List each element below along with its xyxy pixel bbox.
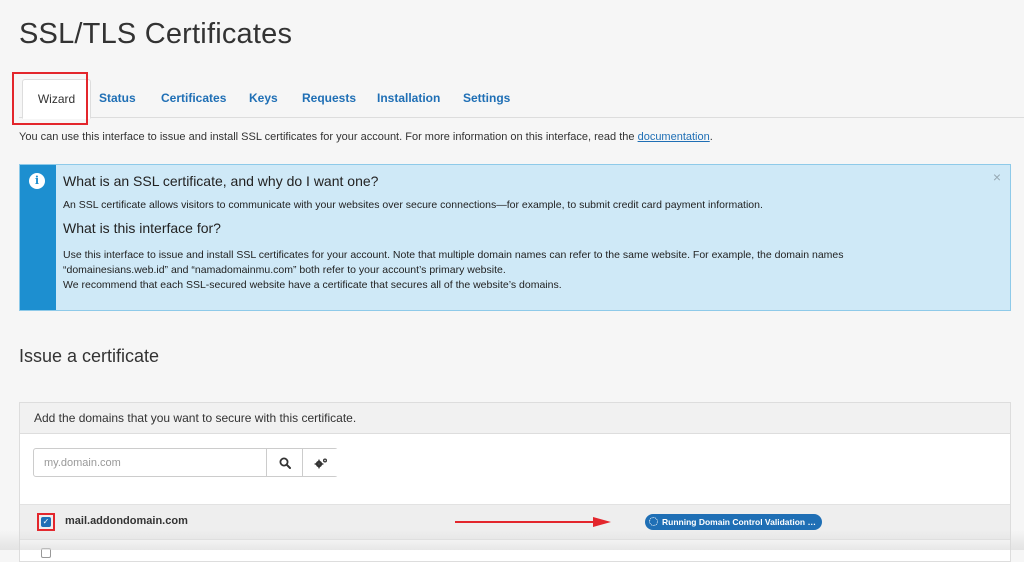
info-heading-interface: What is this interface for? (63, 220, 221, 236)
tab-wizard[interactable]: Wizard (22, 79, 91, 119)
tab-status[interactable]: Status (99, 79, 136, 117)
domains-panel: Add the domains that you want to secure … (19, 402, 1011, 562)
domain-row-next (20, 540, 1010, 560)
filter-settings-button[interactable] (302, 449, 338, 476)
documentation-link[interactable]: documentation (638, 131, 710, 143)
status-badge-label: Running Domain Control Validation … (662, 517, 816, 527)
info-alert: i × What is an SSL certificate, and why … (19, 164, 1011, 311)
info-paragraph-interface-1: Use this interface to issue and install … (63, 249, 844, 261)
domain-row: ✓ mail.addondomain.com Running Domain Co… (20, 504, 1010, 540)
intro-body: You can use this interface to issue and … (19, 131, 635, 143)
close-icon[interactable]: × (993, 169, 1001, 185)
panel-heading: Add the domains that you want to secure … (20, 403, 1010, 434)
info-strip: i (20, 165, 56, 310)
domain-checkbox[interactable]: ✓ (41, 517, 51, 527)
info-paragraph-recommend: We recommend that each SSL-secured websi… (63, 279, 562, 291)
issue-section-title: Issue a certificate (19, 346, 160, 366)
tab-settings[interactable]: Settings (463, 79, 510, 117)
gears-icon (314, 458, 327, 468)
tab-installation[interactable]: Installation (377, 79, 440, 117)
info-paragraph-ssl: An SSL certificate allows visitors to co… (63, 199, 763, 211)
spinner-icon (649, 517, 658, 527)
search-icon (279, 457, 291, 469)
domain-search-input[interactable] (34, 449, 266, 476)
intro-end: . (709, 131, 713, 143)
intro-text: You can use this interface to issue and … (19, 131, 713, 143)
status-badge: Running Domain Control Validation … (645, 514, 822, 530)
info-paragraph-interface-2: “domainesians.web.id” and “namadomainmu.… (63, 264, 506, 276)
tab-keys[interactable]: Keys (249, 79, 278, 117)
tab-requests[interactable]: Requests (302, 79, 356, 117)
info-heading-what-is-ssl: What is an SSL certificate, and why do I… (63, 173, 379, 189)
domain-name: mail.addondomain.com (65, 515, 188, 527)
tab-bar: Wizard Status Certificates Keys Requests… (19, 79, 1024, 119)
page-title: SSL/TLS Certificates (19, 18, 293, 50)
annotation-arrow (455, 517, 611, 527)
domain-search (33, 448, 338, 477)
search-button[interactable] (266, 449, 302, 476)
info-icon: i (29, 173, 45, 189)
tab-certificates[interactable]: Certificates (161, 79, 226, 117)
